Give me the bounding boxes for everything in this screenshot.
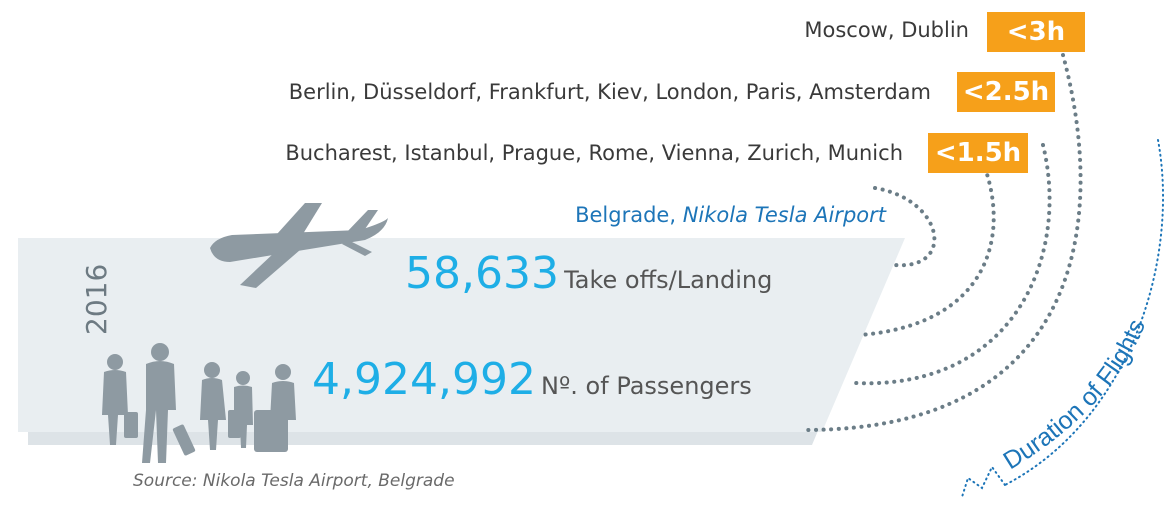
origin-city: Belgrade, [575, 203, 677, 227]
stat-value-passengers: 4,924,992 [312, 354, 536, 405]
destination-row-2-cities: Berlin, Düsseldorf, Frankfurt, Kiev, Lon… [288, 80, 931, 104]
stat-row-operations: 58,633 Take offs/Landing [405, 248, 772, 299]
source-note: Source: Nikola Tesla Airport, Belgrade [133, 471, 455, 491]
duration-badge-2-5h: <2.5h [957, 72, 1055, 112]
stat-value-operations: 58,633 [405, 248, 559, 299]
year-label: 2016 [80, 263, 113, 335]
stat-label-operations: Take offs/Landing [564, 266, 773, 294]
stat-row-passengers: 4,924,992 Nº. of Passengers [312, 354, 752, 405]
origin-label: Belgrade, Nikola Tesla Airport [575, 203, 886, 227]
destination-row-1-cities: Moscow, Dublin [804, 18, 969, 42]
origin-airport: Nikola Tesla Airport [682, 203, 886, 227]
duration-badge-1-5h: <1.5h [928, 133, 1028, 173]
stat-label-passengers: Nº. of Passengers [541, 372, 752, 400]
duration-axis-label: Duration of Flights [998, 315, 1151, 475]
duration-axis-tail [961, 465, 1006, 498]
destination-row-3-cities: Bucharest, Istanbul, Prague, Rome, Vienn… [285, 141, 903, 165]
duration-badge-3h: <3h [987, 12, 1085, 52]
